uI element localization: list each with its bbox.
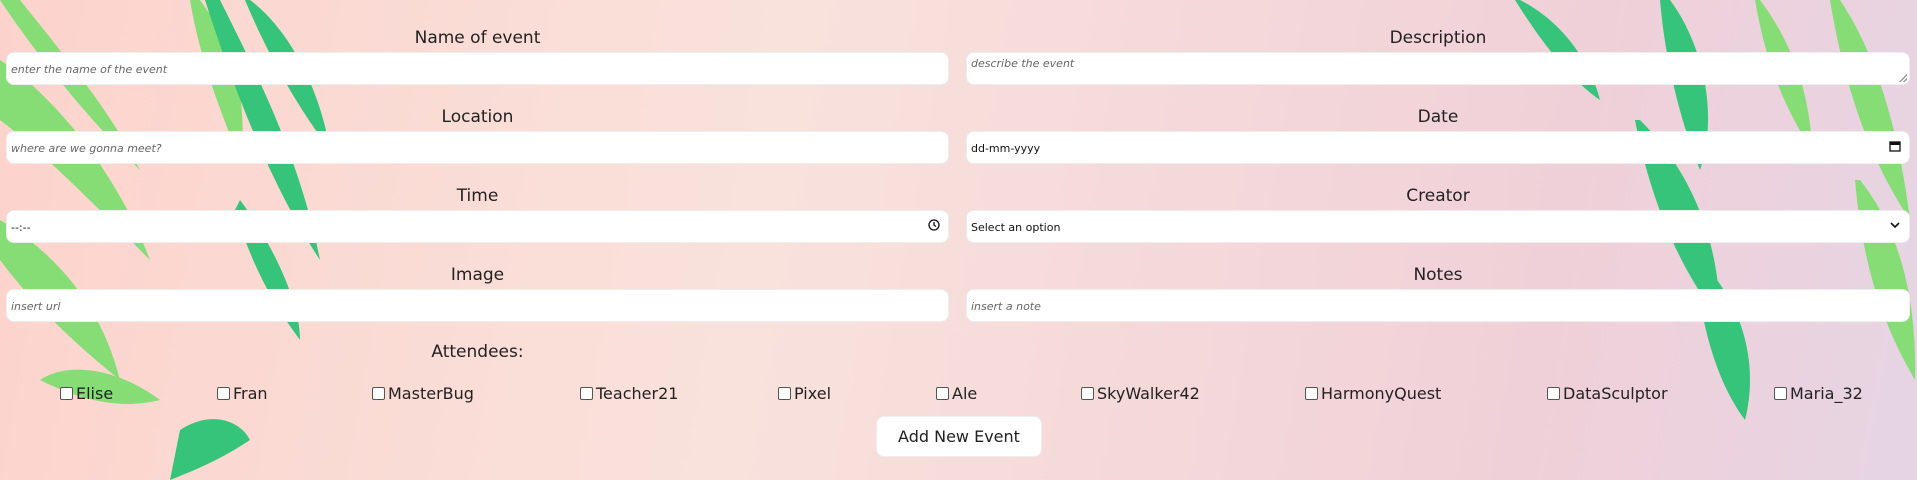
name-input[interactable]: enter the name of the event (6, 52, 949, 85)
location-input[interactable]: where are we gonna meet? (6, 131, 949, 164)
field-image: Image insert url (6, 263, 949, 322)
event-form: Name of event enter the name of the even… (0, 0, 1917, 480)
attendee-label: SkyWalker42 (1097, 384, 1200, 403)
notes-input[interactable]: insert a note (966, 289, 1910, 322)
attendee-checkbox[interactable]: HarmonyQuest (1305, 384, 1441, 403)
attendee-label: DataSculptor (1563, 384, 1668, 403)
attendee-checkbox[interactable]: DataSculptor (1547, 384, 1668, 403)
attendee-checkbox[interactable]: Maria_32 (1774, 384, 1863, 403)
image-label: Image (450, 265, 505, 285)
time-input[interactable]: --:-- (6, 210, 949, 243)
field-description: Description describe the event (966, 26, 1910, 85)
checkbox[interactable] (936, 387, 949, 400)
clock-icon[interactable] (928, 211, 940, 244)
attendees-label: Attendees: (431, 342, 524, 362)
field-notes: Notes insert a note (966, 263, 1910, 322)
attendee-label: Pixel (794, 384, 832, 403)
image-url-input[interactable]: insert url (6, 289, 949, 322)
add-new-event-button[interactable]: Add New Event (876, 416, 1042, 457)
checkbox[interactable] (217, 387, 230, 400)
attendee-label: Teacher21 (596, 384, 679, 403)
name-label: Name of event (414, 28, 541, 48)
time-label: Time (456, 186, 499, 206)
location-label: Location (441, 107, 514, 127)
checkbox[interactable] (1081, 387, 1094, 400)
checkbox[interactable] (1774, 387, 1787, 400)
attendee-checkbox[interactable]: Elise (60, 384, 113, 403)
field-location: Location where are we gonna meet? (6, 105, 949, 164)
attendee-checkbox[interactable]: Ale (936, 384, 977, 403)
attendee-checkbox[interactable]: Fran (217, 384, 268, 403)
chevron-down-icon (1889, 211, 1901, 244)
resize-handle-icon[interactable] (1899, 74, 1907, 82)
date-input[interactable]: dd-mm-yyyy (966, 131, 1910, 164)
checkbox[interactable] (1547, 387, 1560, 400)
checkbox[interactable] (60, 387, 73, 400)
checkbox[interactable] (580, 387, 593, 400)
attendee-checkbox[interactable]: MasterBug (372, 384, 474, 403)
field-time: Time --:-- (6, 184, 949, 243)
field-date: Date dd-mm-yyyy (966, 105, 1910, 164)
description-textarea[interactable]: describe the event (966, 52, 1910, 85)
time-value: --:-- (11, 221, 31, 234)
attendees-checkbox-list: Elise Fran MasterBug Teacher21 Pixel Ale… (0, 384, 1917, 406)
attendee-label: Maria_32 (1790, 384, 1863, 403)
attendee-label: Elise (76, 384, 114, 403)
date-label: Date (1417, 107, 1459, 127)
creator-select[interactable]: Select an option (966, 210, 1910, 243)
creator-label: Creator (1406, 186, 1470, 206)
checkbox[interactable] (372, 387, 385, 400)
description-placeholder: describe the event (971, 57, 1075, 70)
attendee-label: MasterBug (388, 384, 474, 403)
field-name: Name of event enter the name of the even… (6, 26, 949, 85)
checkbox[interactable] (1305, 387, 1318, 400)
date-value: dd-mm-yyyy (971, 142, 1041, 155)
attendee-label: HarmonyQuest (1321, 384, 1442, 403)
attendee-checkbox[interactable]: Pixel (778, 384, 831, 403)
creator-value: Select an option (971, 221, 1061, 234)
attendee-label: Fran (233, 384, 268, 403)
attendee-label: Ale (952, 384, 978, 403)
attendee-checkbox[interactable]: Teacher21 (580, 384, 678, 403)
notes-label: Notes (1413, 265, 1463, 285)
description-label: Description (1389, 28, 1487, 48)
attendee-checkbox[interactable]: SkyWalker42 (1081, 384, 1200, 403)
field-creator: Creator Select an option (966, 184, 1910, 243)
calendar-icon[interactable] (1889, 132, 1901, 165)
checkbox[interactable] (778, 387, 791, 400)
